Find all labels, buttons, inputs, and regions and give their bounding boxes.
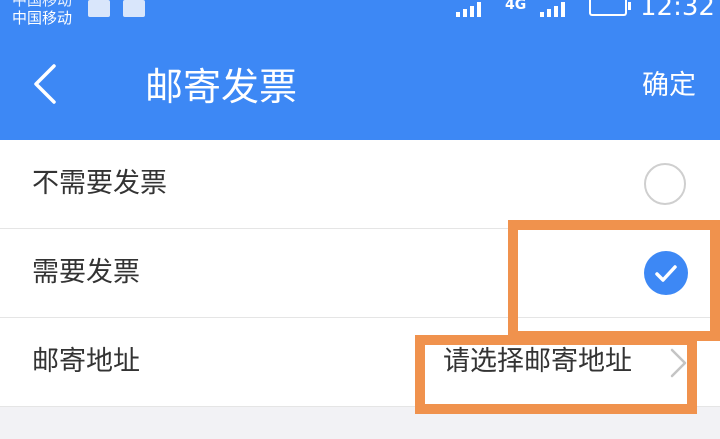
back-arrow-icon[interactable]	[28, 62, 68, 106]
signal-strength-icon-secondary	[540, 1, 565, 17]
page-title: 邮寄发票	[145, 65, 298, 109]
signal-strength-icon	[456, 1, 481, 17]
status-bar: 中国移动 中国移动 4G 12:32	[0, 0, 720, 30]
option-label: 不需要发票	[32, 168, 167, 199]
mailing-address-row[interactable]: 邮寄地址 请选择邮寄地址	[0, 318, 720, 407]
carrier-name: 中国移动	[12, 9, 73, 27]
option-need-invoice[interactable]: 需要发票	[0, 229, 720, 318]
status-clock: 12:32	[640, 0, 715, 22]
radio-unchecked-icon[interactable]	[644, 163, 686, 205]
gallery-notification-icon	[123, 0, 145, 17]
address-selector[interactable]: 请选择邮寄地址	[443, 318, 632, 406]
notification-icon	[88, 0, 110, 17]
invoice-options-list: 不需要发票 需要发票 邮寄地址 请选择邮寄地址	[0, 140, 720, 407]
option-no-invoice[interactable]: 不需要发票	[0, 140, 720, 229]
network-type-indicator: 4G	[505, 0, 527, 13]
battery-icon	[589, 0, 631, 16]
chevron-right-icon	[670, 348, 687, 378]
option-label: 需要发票	[32, 257, 140, 288]
address-label: 邮寄地址	[32, 346, 140, 377]
radio-checked-icon[interactable]	[644, 251, 688, 295]
title-bar: 邮寄发票 确定	[0, 30, 720, 140]
confirm-button[interactable]: 确定	[642, 68, 696, 104]
